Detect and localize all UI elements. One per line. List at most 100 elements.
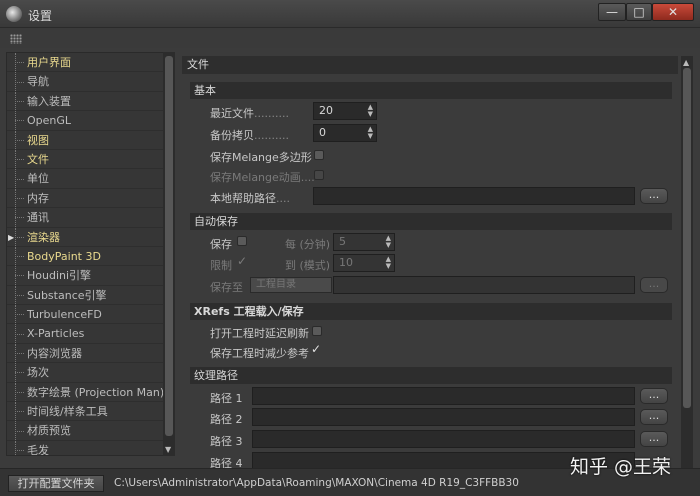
texture-path-1-browse-button[interactable]: ... bbox=[640, 388, 668, 404]
watermark-text: 知乎 @王荣 bbox=[570, 456, 672, 478]
app-logo-icon bbox=[6, 6, 22, 22]
sidebar-item[interactable]: 内容浏览器 bbox=[7, 343, 165, 364]
sidebar-item-label: 场次 bbox=[27, 366, 49, 380]
group-autosave-header: 自动保存 bbox=[190, 213, 672, 230]
sidebar-item[interactable]: 用户界面 bbox=[7, 53, 165, 73]
autosave-limit-label: 限制 bbox=[210, 259, 232, 272]
sidebar-scroll-thumb[interactable] bbox=[165, 56, 173, 436]
sidebar-item-label: 导航 bbox=[27, 75, 49, 89]
sidebar-item[interactable]: 视图 bbox=[7, 130, 165, 150]
save-melange-polys-label: 保存Melange多边形 bbox=[210, 151, 312, 164]
sidebar-item-label: OpenGL bbox=[27, 114, 72, 128]
group-texture-paths-header: 纹理路径 bbox=[190, 367, 672, 384]
sidebar-item[interactable]: 场次 bbox=[7, 363, 165, 383]
sidebar-item-label: 用户界面 bbox=[27, 56, 71, 69]
sidebar-item-label: 数字绘景 (Projection Man) bbox=[27, 385, 165, 399]
recent-files-field[interactable]: 20 ▲ ▼ bbox=[313, 102, 377, 120]
local-help-browse-button[interactable]: ... bbox=[640, 188, 668, 204]
sidebar-item-label: 内存 bbox=[27, 191, 49, 205]
backup-copies-label: 备份拷贝.......... bbox=[210, 129, 289, 142]
spin-arrows-icon[interactable]: ▲ ▼ bbox=[368, 126, 373, 140]
panel-scroll-thumb[interactable] bbox=[683, 68, 691, 408]
sidebar-item-label: 文件 bbox=[27, 152, 49, 166]
title-bar: 设置 — □ ✕ bbox=[0, 0, 700, 28]
open-config-folder-button[interactable]: 打开配置文件夹 bbox=[8, 475, 104, 492]
texture-path-2-label: 路径 2 bbox=[210, 413, 243, 426]
sidebar-item[interactable]: 文件 bbox=[7, 149, 165, 170]
panel-scrollbar[interactable]: ▲ bbox=[681, 56, 693, 468]
panel-title: 文件 bbox=[182, 56, 678, 74]
sidebar-item[interactable]: 内存 bbox=[7, 188, 165, 209]
sidebar-scrollbar[interactable]: ▼ bbox=[163, 52, 175, 456]
maximize-button[interactable]: □ bbox=[626, 3, 652, 21]
sidebar-item-label: 时间线/样条工具 bbox=[27, 405, 108, 419]
close-button[interactable]: ✕ bbox=[652, 3, 694, 21]
xrefs-delay-refresh-checkbox[interactable] bbox=[312, 326, 322, 336]
autosave-save-checkbox[interactable] bbox=[237, 236, 247, 246]
sidebar-item[interactable]: TurbulenceFD bbox=[7, 305, 165, 325]
sidebar-item[interactable]: BodyPaint 3D bbox=[7, 246, 165, 267]
spin-arrows-icon[interactable]: ▲ ▼ bbox=[368, 104, 373, 118]
sidebar-item[interactable]: Substance引擎 bbox=[7, 285, 165, 306]
sidebar-item-label: 通讯 bbox=[27, 211, 49, 225]
expand-arrow-icon[interactable]: ▶ bbox=[8, 228, 14, 247]
sidebar-item[interactable]: 数字绘景 (Projection Man) bbox=[7, 382, 165, 403]
sidebar-item-label: 输入装置 bbox=[27, 94, 71, 108]
sidebar-item[interactable]: 通讯 bbox=[7, 208, 165, 228]
xrefs-reduce-refs-label: 保存工程时减少参考 bbox=[210, 347, 309, 360]
sidebar-item[interactable]: 单位 bbox=[7, 169, 165, 189]
texture-path-3-label: 路径 3 bbox=[210, 435, 243, 448]
scroll-up-icon[interactable]: ▲ bbox=[683, 58, 689, 67]
xrefs-delay-refresh-label: 打开工程时延迟刷新 bbox=[210, 327, 309, 340]
texture-path-1-label: 路径 1 bbox=[210, 392, 243, 405]
autosave-save-to-label: 保存至 bbox=[210, 281, 243, 294]
autosave-every-field[interactable]: 5 ▲ ▼ bbox=[333, 233, 395, 251]
texture-path-4-label: 路径 4 bbox=[210, 457, 243, 468]
toolbar bbox=[0, 28, 700, 48]
autosave-copies-field[interactable]: 10 ▲ ▼ bbox=[333, 254, 395, 272]
local-help-path-field[interactable] bbox=[313, 187, 635, 205]
autosave-every-label: 每 (分钟) bbox=[285, 238, 331, 251]
autosave-save-label: 保存 bbox=[210, 238, 232, 251]
drag-grip-icon[interactable] bbox=[10, 34, 22, 44]
autosave-limit-checkmark-icon[interactable]: ✓ bbox=[237, 254, 247, 268]
sidebar-item[interactable]: 材质预览 bbox=[7, 421, 165, 441]
group-xrefs-header: XRefs 工程载入/保存 bbox=[190, 303, 672, 320]
sidebar-item-label: 视图 bbox=[27, 133, 49, 147]
config-path-text: C:\Users\Administrator\AppData\Roaming\M… bbox=[114, 477, 519, 489]
texture-path-3-field[interactable] bbox=[252, 430, 635, 448]
sidebar-item[interactable]: 毛发 bbox=[7, 440, 165, 455]
sidebar-item[interactable]: X-Particles bbox=[7, 324, 165, 344]
group-basic-header: 基本 bbox=[190, 82, 672, 99]
sidebar-item-label: Houdini引擎 bbox=[27, 269, 92, 283]
save-melange-polys-checkbox[interactable] bbox=[314, 150, 324, 160]
save-melange-anim-checkbox[interactable] bbox=[314, 170, 324, 180]
minimize-button[interactable]: — bbox=[598, 3, 626, 21]
sidebar-item[interactable]: OpenGL bbox=[7, 111, 165, 131]
scroll-down-icon[interactable]: ▼ bbox=[165, 445, 171, 454]
recent-files-label: 最近文件.......... bbox=[210, 107, 289, 120]
save-melange-anim-label: 保存Melange动画.... bbox=[210, 171, 315, 184]
texture-path-2-field[interactable] bbox=[252, 408, 635, 426]
sidebar-item-label: 渲染器 bbox=[27, 230, 60, 244]
sidebar-item[interactable]: Houdini引擎 bbox=[7, 266, 165, 286]
texture-path-2-browse-button[interactable]: ... bbox=[640, 409, 668, 425]
sidebar-item[interactable]: 输入装置 bbox=[7, 91, 165, 112]
texture-path-1-field[interactable] bbox=[252, 387, 635, 405]
autosave-path-field[interactable] bbox=[333, 276, 635, 294]
spin-arrows-icon[interactable]: ▲ ▼ bbox=[386, 235, 391, 249]
sidebar-item-label: Substance引擎 bbox=[27, 288, 107, 302]
spin-arrows-icon[interactable]: ▲ ▼ bbox=[386, 256, 391, 270]
sidebar-item-label: X-Particles bbox=[27, 327, 85, 341]
xrefs-reduce-refs-checkmark-icon[interactable]: ✓ bbox=[311, 342, 321, 356]
settings-sidebar: 用户界面导航输入装置 OpenGL 视图文件单位内存通讯 ▶ 渲染器 BodyPaint … bbox=[6, 52, 166, 456]
autosave-browse-button[interactable]: ... bbox=[640, 277, 668, 293]
sidebar-item-label: 内容浏览器 bbox=[27, 346, 82, 360]
texture-path-3-browse-button[interactable]: ... bbox=[640, 431, 668, 447]
autosave-location-dropdown[interactable]: 工程目录 bbox=[250, 277, 332, 293]
sidebar-item[interactable]: 时间线/样条工具 bbox=[7, 402, 165, 422]
backup-copies-field[interactable]: 0 ▲ ▼ bbox=[313, 124, 377, 142]
local-help-path-label: 本地帮助路径.... bbox=[210, 192, 290, 205]
sidebar-item[interactable]: ▶ 渲染器 bbox=[7, 227, 165, 247]
sidebar-item[interactable]: 导航 bbox=[7, 72, 165, 92]
